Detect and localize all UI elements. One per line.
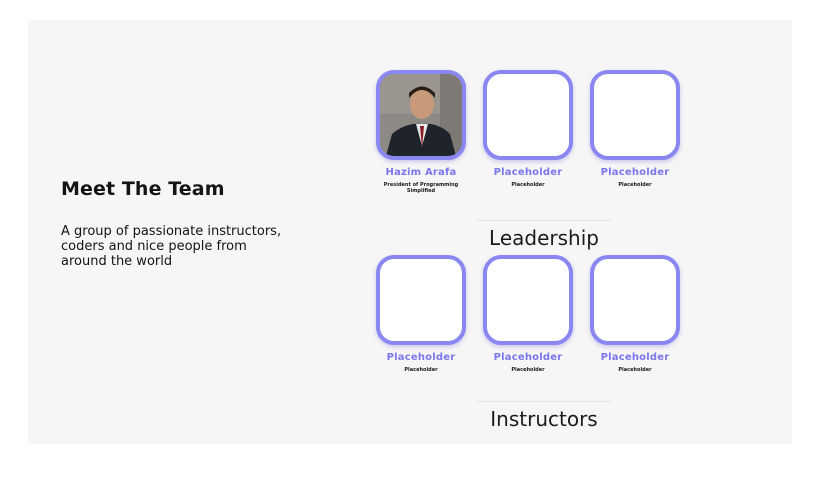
instructor-cards: Placeholder Placeholder Placeholder Plac… <box>376 255 686 395</box>
member-name: Placeholder <box>600 167 670 178</box>
member-card[interactable]: Placeholder Placeholder <box>590 255 680 373</box>
intro-block: Meet The Team A group of passionate inst… <box>61 178 301 269</box>
section-description: A group of passionate instructors, coder… <box>61 224 282 269</box>
member-photo <box>483 70 573 160</box>
member-card[interactable]: Placeholder Placeholder <box>483 70 573 188</box>
member-role: Placeholder <box>511 182 545 188</box>
member-name: Placeholder <box>600 352 670 363</box>
member-photo <box>590 70 680 160</box>
instructors-group: Placeholder Placeholder Placeholder Plac… <box>376 255 686 431</box>
member-name: Placeholder <box>493 352 563 363</box>
member-role: Placeholder <box>618 367 652 373</box>
section-divider <box>476 220 612 221</box>
section-divider <box>476 401 612 402</box>
member-role: Placeholder <box>511 367 545 373</box>
member-card[interactable]: Placeholder Placeholder <box>376 255 466 373</box>
member-role: Placeholder <box>618 182 652 188</box>
member-role: Placeholder <box>404 367 438 373</box>
instructors-title: Instructors <box>490 407 598 431</box>
member-card[interactable]: Placeholder Placeholder <box>590 70 680 188</box>
member-photo <box>590 255 680 345</box>
section-heading: Meet The Team <box>61 178 225 200</box>
member-name: Hazim Arafa <box>385 167 457 178</box>
leadership-title: Leadership <box>489 226 599 250</box>
team-section: Meet The Team A group of passionate inst… <box>28 20 792 444</box>
leadership-cards: Hazim Arafa President of Programming Sim… <box>376 70 686 210</box>
member-photo <box>483 255 573 345</box>
member-name: Placeholder <box>386 352 456 363</box>
leadership-group: Hazim Arafa President of Programming Sim… <box>376 70 686 250</box>
member-card[interactable]: Hazim Arafa President of Programming Sim… <box>376 70 466 194</box>
member-role: President of Programming Simplified <box>383 182 459 194</box>
member-photo <box>376 70 466 160</box>
member-photo <box>376 255 466 345</box>
member-card[interactable]: Placeholder Placeholder <box>483 255 573 373</box>
portrait-photo <box>380 74 462 156</box>
member-name: Placeholder <box>493 167 563 178</box>
